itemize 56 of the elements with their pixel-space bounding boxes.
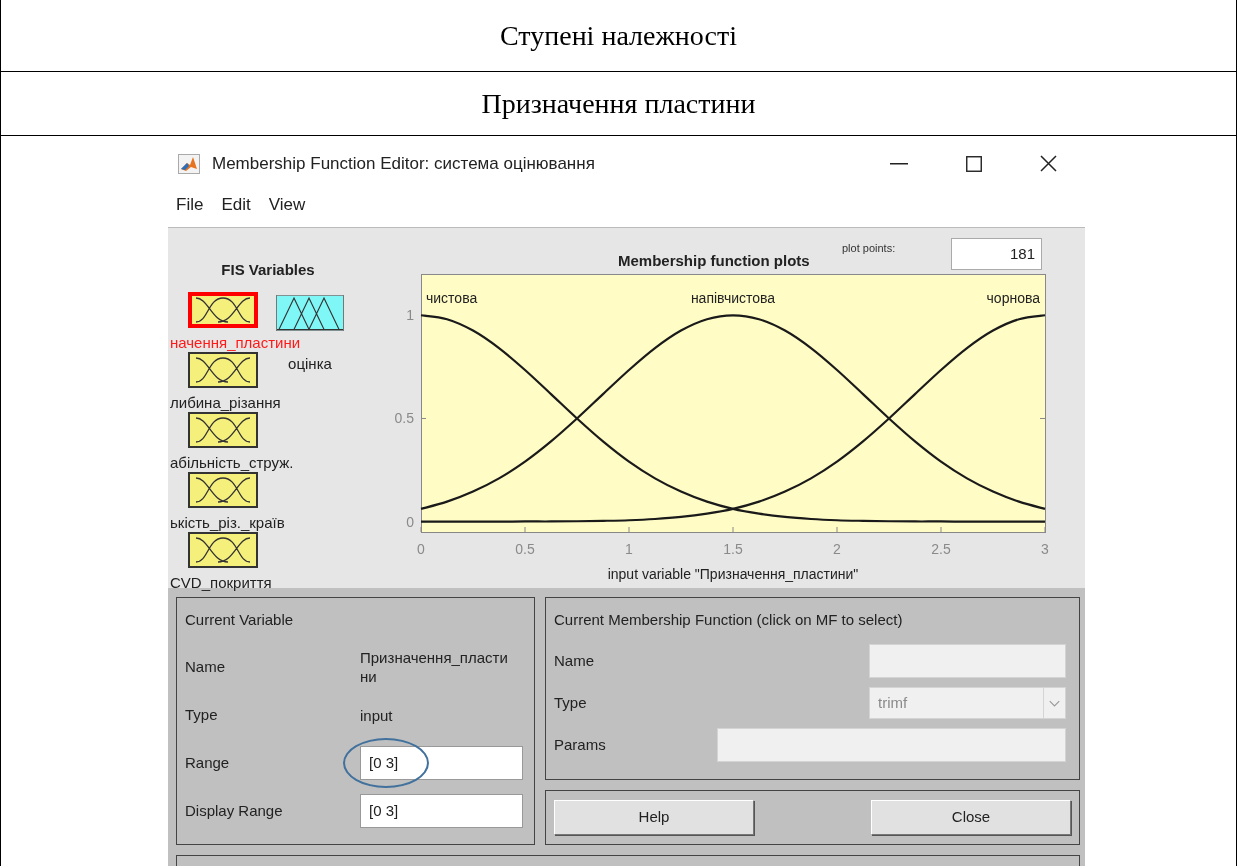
membership-input-icon[interactable]: [188, 412, 258, 448]
membership-input-icon[interactable]: [188, 352, 258, 388]
dialog-button[interactable]: Close: [871, 800, 1071, 835]
panel-title: Current Variable: [185, 611, 294, 628]
window-title: Membership Function Editor: система оцінювання: [212, 152, 595, 175]
field-label: plot points:: [842, 242, 896, 254]
tick-label: 1: [625, 541, 633, 557]
menu-item[interactable]: Edit: [221, 191, 251, 218]
variable-label[interactable]: ькість_різ._країв: [170, 514, 285, 531]
tick-label: 0: [417, 541, 425, 557]
tick-label: 1.5: [723, 541, 743, 557]
tick-label: 0: [406, 513, 414, 530]
curve-label: чистова: [426, 290, 478, 306]
dropdown-value: trimf: [878, 692, 909, 713]
curve-label: напівчистова: [690, 290, 776, 306]
panel-title: FIS Variables: [221, 261, 315, 278]
tick-label: 1: [406, 307, 414, 324]
membership-output-icon[interactable]: [276, 295, 344, 331]
tick-label: 2: [833, 541, 841, 557]
field-label: Name: [185, 656, 226, 677]
tick-label: 0.5: [515, 541, 535, 557]
table-heading: Ступені належності: [500, 18, 737, 53]
panel-title: Current Membership Function (click on MF to select): [554, 611, 903, 628]
variable-label[interactable]: CVD_покриття: [170, 574, 272, 591]
plot-points-field[interactable]: 181: [951, 238, 1042, 270]
field-label: Type: [185, 704, 219, 725]
tick-label: 0.5: [394, 410, 414, 427]
maximize-icon[interactable]: [966, 155, 982, 172]
app-logo-icon: [178, 153, 200, 174]
axis-label: input variable "Призначення_пластини": [607, 566, 859, 582]
membership-input-icon[interactable]: [188, 292, 258, 328]
input-field[interactable]: [0 3]: [360, 794, 523, 828]
menu-item[interactable]: File: [176, 191, 204, 218]
field-value: input: [360, 705, 394, 725]
membership-input-icon[interactable]: [188, 472, 258, 508]
variable-label[interactable]: абільність_струж.: [170, 454, 294, 471]
field-value: Призначення_пластини: [360, 648, 508, 686]
chart-title: Membership function plots: [618, 251, 810, 271]
variable-label[interactable]: оцінка: [288, 355, 332, 372]
tick-label: 3: [1041, 541, 1049, 557]
table-heading: Призначення пластини: [481, 86, 756, 121]
input-field[interactable]: [0 3]: [360, 746, 523, 780]
membership-input-icon[interactable]: [188, 532, 258, 568]
field-label: Type: [554, 692, 587, 713]
minimize-icon[interactable]: [890, 162, 908, 165]
membership-curves[interactable]: [420, 314, 1046, 523]
variable-label[interactable]: либина_різання: [170, 394, 281, 411]
curve-label: чорнова: [986, 290, 1040, 306]
field-label: Name: [554, 650, 594, 671]
dialog-button[interactable]: Help: [554, 800, 754, 835]
field-label: Range: [185, 752, 231, 773]
menu-item[interactable]: View: [268, 191, 306, 218]
tick-label: 2.5: [931, 541, 951, 557]
close-icon[interactable]: [1040, 155, 1057, 172]
field-label: Display Range: [185, 800, 284, 821]
field-label: Params: [554, 734, 606, 755]
